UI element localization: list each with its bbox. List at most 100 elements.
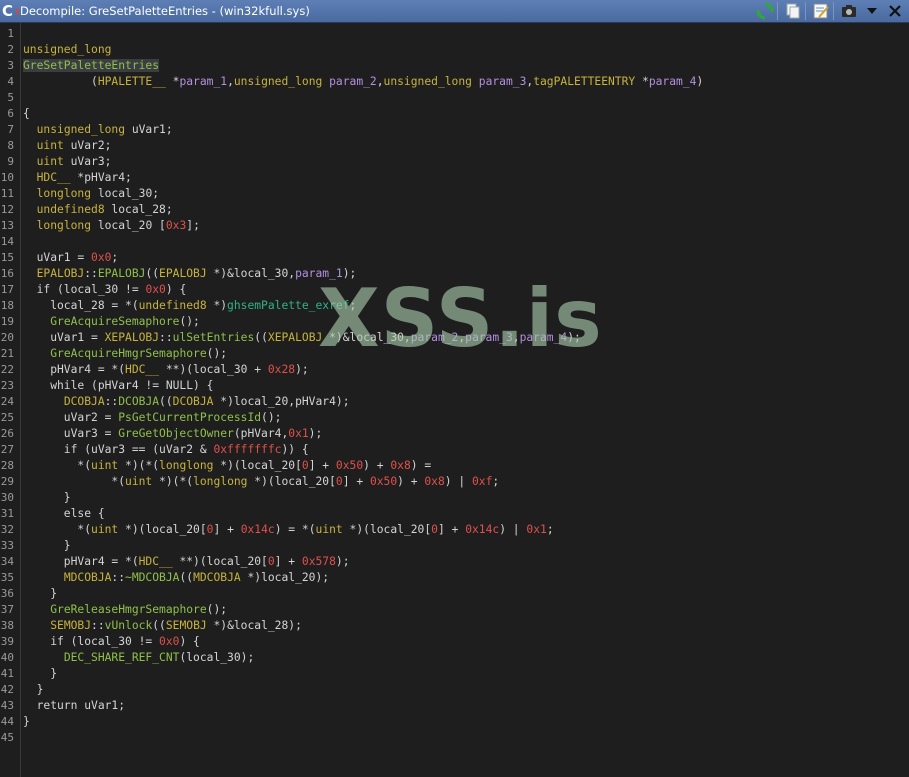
code-text[interactable]: GreReleaseHmgrSemaphore();	[23, 602, 227, 618]
code-text[interactable]: unsigned_long	[23, 42, 111, 58]
code-text[interactable]: uVar3 = GreGetObjectOwner(pHVar4,0x1);	[23, 426, 322, 442]
code-line[interactable]: 21 GreAcquireHmgrSemaphore();	[0, 346, 909, 362]
code-text[interactable]: DCOBJA::DCOBJA((DCOBJA *)local_20,pHVar4…	[23, 394, 350, 410]
code-text[interactable]: pHVar4 = *(HDC__ **)(local_20[0] + 0x578…	[23, 554, 350, 570]
snapshot-button[interactable]	[839, 1, 859, 21]
code-line[interactable]: 7 unsigned_long uVar1;	[0, 122, 909, 138]
code-line[interactable]: 11 longlong local_30;	[0, 186, 909, 202]
code-text[interactable]: MDCOBJA::~MDCOBJA((MDCOBJA *)local_20);	[23, 570, 329, 586]
code-line[interactable]: 44}	[0, 714, 909, 730]
code-text[interactable]: GreAcquireSemaphore();	[23, 314, 200, 330]
code-line[interactable]: 1	[0, 26, 909, 42]
code-text[interactable]: uint uVar3;	[23, 154, 112, 170]
code-line[interactable]: 25 uVar2 = PsGetCurrentProcessId();	[0, 410, 909, 426]
code-line[interactable]: 19 GreAcquireSemaphore();	[0, 314, 909, 330]
close-button[interactable]	[885, 1, 905, 21]
code-text[interactable]: undefined8 local_28;	[23, 202, 173, 218]
code-line[interactable]: 27 if (uVar3 == (uVar2 & 0xfffffffc)) {	[0, 442, 909, 458]
code-line[interactable]: 16 EPALOBJ::EPALOBJ((EPALOBJ *)&local_30…	[0, 266, 909, 282]
code-line[interactable]: 23 while (pHVar4 != NULL) {	[0, 378, 909, 394]
code-line[interactable]: 37 GreReleaseHmgrSemaphore();	[0, 602, 909, 618]
code-text[interactable]: if (uVar3 == (uVar2 & 0xfffffffc)) {	[23, 442, 309, 458]
code-line[interactable]: 17 if (local_30 != 0x0) {	[0, 282, 909, 298]
code-text[interactable]: else {	[23, 506, 105, 522]
refresh-button[interactable]	[755, 1, 775, 21]
code-line[interactable]: 35 MDCOBJA::~MDCOBJA((MDCOBJA *)local_20…	[0, 570, 909, 586]
code-text[interactable]: uint uVar2;	[23, 138, 112, 154]
code-text[interactable]: while (pHVar4 != NULL) {	[23, 378, 213, 394]
code-line[interactable]: 24 DCOBJA::DCOBJA((DCOBJA *)local_20,pHV…	[0, 394, 909, 410]
code-text[interactable]: }	[23, 682, 44, 698]
code-text[interactable]: longlong local_30;	[23, 186, 159, 202]
code-text[interactable]: local_28 = *(undefined8 *)ghsemPalette_e…	[23, 298, 356, 314]
code-text[interactable]: {	[23, 106, 30, 122]
code-text[interactable]: GreAcquireHmgrSemaphore();	[23, 346, 227, 362]
code-line[interactable]: 43 return uVar1;	[0, 698, 909, 714]
code-text[interactable]: longlong local_20 [0x3];	[23, 218, 200, 234]
code-text[interactable]: *(uint *)(*(longlong *)(local_20[0] + 0x…	[23, 474, 499, 490]
code-line[interactable]: 45	[0, 730, 909, 746]
code-text[interactable]: DEC_SHARE_REF_CNT(local_30);	[23, 650, 254, 666]
code-line[interactable]: 38 SEMOBJ::vUnlock((SEMOBJ *)&local_28);	[0, 618, 909, 634]
code-text[interactable]: }	[23, 714, 30, 730]
code-line[interactable]: 41 }	[0, 666, 909, 682]
code-text[interactable]: pHVar4 = *(HDC__ **)(local_30 + 0x28);	[23, 362, 309, 378]
code-line[interactable]: 15 uVar1 = 0x0;	[0, 250, 909, 266]
code-text[interactable]: if (local_30 != 0x0) {	[23, 634, 200, 650]
code-text[interactable]: *(uint *)(*(longlong *)(local_20[0] + 0x…	[23, 458, 431, 474]
code-line[interactable]: 39 if (local_30 != 0x0) {	[0, 634, 909, 650]
code-line[interactable]: 36 }	[0, 586, 909, 602]
copy-icon	[786, 3, 800, 19]
code-line[interactable]: 33 }	[0, 538, 909, 554]
camera-icon	[842, 5, 856, 17]
code-text[interactable]: }	[23, 586, 57, 602]
code-line[interactable]: 3 GreSetPaletteEntries	[0, 58, 909, 74]
code-text[interactable]: }	[23, 538, 71, 554]
code-line[interactable]: 28 *(uint *)(*(longlong *)(local_20[0] +…	[0, 458, 909, 474]
code-line[interactable]: 29 *(uint *)(*(longlong *)(local_20[0] +…	[0, 474, 909, 490]
code-token-type: DCOBJA	[63, 395, 105, 408]
copy-button[interactable]	[783, 1, 803, 21]
code-line[interactable]: 5	[0, 90, 909, 106]
edit-function-signature-button[interactable]	[811, 1, 831, 21]
code-line[interactable]: 14	[0, 234, 909, 250]
code-line[interactable]: 34 pHVar4 = *(HDC__ **)(local_20[0] + 0x…	[0, 554, 909, 570]
code-text[interactable]: }	[23, 490, 71, 506]
line-number: 19	[0, 315, 14, 328]
menu-button[interactable]	[862, 1, 882, 21]
code-line[interactable]: 13 longlong local_20 [0x3];	[0, 218, 909, 234]
code-text[interactable]: unsigned_long uVar1;	[23, 122, 173, 138]
line-number: 36	[0, 587, 14, 600]
code-line[interactable]: 42 }	[0, 682, 909, 698]
code-text[interactable]: return uVar1;	[23, 698, 125, 714]
code-line[interactable]: 30 }	[0, 490, 909, 506]
code-line[interactable]: 10 HDC__ *pHVar4;	[0, 170, 909, 186]
code-line[interactable]: 26 uVar3 = GreGetObjectOwner(pHVar4,0x1)…	[0, 426, 909, 442]
code-text[interactable]: *(uint *)(local_20[0] + 0x14c) = *(uint …	[23, 522, 553, 538]
code-line[interactable]: 2 unsigned_long	[0, 42, 909, 58]
code-line[interactable]: 4 (HPALETTE__ *param_1,unsigned_long par…	[0, 74, 909, 90]
code-text[interactable]: if (local_30 != 0x0) {	[23, 282, 187, 298]
code-text[interactable]: uVar1 = XEPALOBJ::ulSetEntries((XEPALOBJ…	[23, 330, 581, 346]
code-text[interactable]: }	[23, 666, 57, 682]
code-text[interactable]: EPALOBJ::EPALOBJ((EPALOBJ *)&local_30,pa…	[23, 266, 357, 282]
decompiler-editor[interactable]: 1 2 unsigned_long 3 GreSetPaletteEntries 4 (H…	[0, 23, 909, 777]
code-line[interactable]: 32 *(uint *)(local_20[0] + 0x14c) = *(ui…	[0, 522, 909, 538]
code-line[interactable]: 8 uint uVar2;	[0, 138, 909, 154]
code-token-type: HDC__	[36, 171, 71, 184]
code-line[interactable]: 31 else {	[0, 506, 909, 522]
code-text[interactable]: (HPALETTE__ *param_1,unsigned_long param…	[23, 74, 703, 90]
code-text[interactable]: GreSetPaletteEntries	[23, 58, 160, 74]
code-text[interactable]: SEMOBJ::vUnlock((SEMOBJ *)&local_28);	[23, 618, 302, 634]
code-line[interactable]: 9 uint uVar3;	[0, 154, 909, 170]
code-text[interactable]: uVar1 = 0x0;	[23, 250, 119, 266]
code-listing[interactable]: 1 2 unsigned_long 3 GreSetPaletteEntries 4 (H…	[0, 26, 909, 746]
code-text[interactable]: HDC__ *pHVar4;	[23, 170, 132, 186]
code-line[interactable]: 20 uVar1 = XEPALOBJ::ulSetEntries((XEPAL…	[0, 330, 909, 346]
code-line[interactable]: 40 DEC_SHARE_REF_CNT(local_30);	[0, 650, 909, 666]
code-line[interactable]: 6{	[0, 106, 909, 122]
code-text[interactable]: uVar2 = PsGetCurrentProcessId();	[23, 410, 282, 426]
code-line[interactable]: 18 local_28 = *(undefined8 *)ghsemPalett…	[0, 298, 909, 314]
code-line[interactable]: 22 pHVar4 = *(HDC__ **)(local_30 + 0x28)…	[0, 362, 909, 378]
code-line[interactable]: 12 undefined8 local_28;	[0, 202, 909, 218]
